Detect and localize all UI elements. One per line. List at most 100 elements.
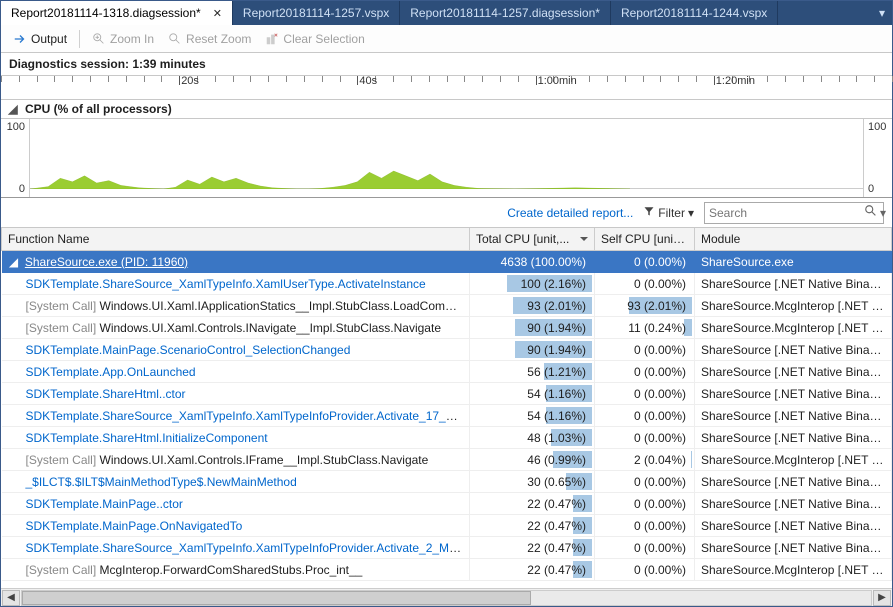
ruler-label: 20s: [181, 75, 199, 87]
self-cpu-cell: 0 (0.00%): [595, 471, 695, 493]
scroll-left-button[interactable]: ◀: [2, 590, 20, 606]
ruler-tick: [340, 76, 341, 82]
module-cell: ShareSource [.NET Native Binary: S: [695, 361, 892, 383]
total-cpu-cell: 4638 (100.00%): [470, 251, 595, 273]
total-cpu-cell: 54 (1.16%): [470, 383, 595, 405]
function-name[interactable]: ShareSource.exe (PID: 11960): [25, 255, 188, 269]
self-cpu-cell: 0 (0.00%): [595, 383, 695, 405]
y-axis-left: 100 0: [1, 119, 29, 197]
function-name[interactable]: SDKTemplate.ShareSource_XamlTypeInfo.Xam…: [26, 277, 426, 291]
table-row[interactable]: SDKTemplate.MainPage.OnNavigatedTo 22 (0.…: [2, 515, 892, 537]
table-row[interactable]: SDKTemplate.MainPage..ctor22 (0.47%)0 (0…: [2, 493, 892, 515]
tab-report-1318[interactable]: Report20181114-1318.diagsession* ✕: [1, 1, 233, 25]
output-button[interactable]: Output: [7, 30, 73, 48]
function-name[interactable]: SDKTemplate.ShareSource_XamlTypeInfo.Xam…: [26, 409, 470, 423]
self-cpu-cell: 11 (0.24%): [595, 317, 695, 339]
function-name[interactable]: _$ILCT$.$ILT$MainMethodType$.NewMainMeth…: [26, 475, 297, 489]
table-row-root[interactable]: ◢ ShareSource.exe (PID: 11960) 4638 (100.…: [2, 251, 892, 273]
close-icon[interactable]: ✕: [213, 7, 222, 20]
collapse-icon[interactable]: ◢: [7, 102, 19, 116]
ruler-tick: [643, 76, 644, 82]
table-row[interactable]: SDKTemplate.MainPage.ScenarioControl_Sel…: [2, 339, 892, 361]
function-name[interactable]: SDKTemplate.MainPage.OnNavigatedTo: [26, 519, 243, 533]
table-row[interactable]: [System Call] Windows.UI.Xaml.Controls.I…: [2, 449, 892, 471]
ruler-tick: [72, 76, 73, 82]
self-cpu-cell: 93 (2.01%): [595, 295, 695, 317]
ruler-tick: [856, 76, 857, 82]
tab-report-1257-vspx[interactable]: Report20181114-1257.vspx: [233, 1, 400, 25]
function-name[interactable]: Windows.UI.Xaml.Controls.IFrame__Impl.St…: [100, 453, 429, 467]
ruler-tick: [785, 76, 786, 82]
expand-icon[interactable]: ◢: [8, 255, 20, 269]
module-cell: ShareSource [.NET Native Binary: S: [695, 427, 892, 449]
ruler-tick: [821, 76, 822, 82]
chart-body[interactable]: 100 0 100 0: [1, 119, 892, 197]
function-name[interactable]: Windows.UI.Xaml.Controls.INavigate__Impl…: [100, 321, 441, 335]
y-min-label: 0: [5, 183, 25, 195]
total-cpu-cell: 30 (0.65%): [470, 471, 595, 493]
column-header-function[interactable]: Function Name: [2, 228, 470, 251]
chart-canvas[interactable]: [29, 119, 864, 197]
function-name[interactable]: McgInterop.ForwardComSharedStubs.Proc_in…: [100, 563, 363, 577]
table-row[interactable]: SDKTemplate.ShareSource_XamlTypeInfo.Xam…: [2, 537, 892, 559]
ruler-tick: [678, 76, 679, 82]
self-cpu-cell: 0 (0.00%): [595, 361, 695, 383]
timeline-ruler[interactable]: 20s40s1:00min1:20min: [1, 76, 892, 100]
filter-button[interactable]: Filter ▾: [643, 205, 694, 220]
ruler-tick: [500, 76, 501, 82]
total-cpu-cell: 22 (0.47%): [470, 537, 595, 559]
column-header-self-cpu[interactable]: Self CPU [unit, %]: [595, 228, 695, 251]
table-row[interactable]: SDKTemplate.ShareSource_XamlTypeInfo.Xam…: [2, 405, 892, 427]
cpu-chart-section: ◢ CPU (% of all processors) 100 0 100 0: [1, 100, 892, 198]
module-cell: ShareSource [.NET Native Binary: S: [695, 383, 892, 405]
search-input[interactable]: [709, 206, 864, 220]
ruler-tick: [90, 76, 91, 82]
table-row[interactable]: SDKTemplate.App.OnLaunched56 (1.21%)0 (0…: [2, 361, 892, 383]
table-row[interactable]: SDKTemplate.ShareSource_XamlTypeInfo.Xam…: [2, 273, 892, 295]
ruler-tick: [322, 76, 323, 82]
ruler-tick: [696, 76, 697, 82]
table-row[interactable]: [System Call] McgInterop.ForwardComShare…: [2, 559, 892, 581]
module-cell: ShareSource [.NET Native Binary: S: [695, 493, 892, 515]
function-name[interactable]: SDKTemplate.App.OnLaunched: [26, 365, 196, 379]
reset-zoom-button: Reset Zoom: [162, 30, 257, 48]
scroll-track[interactable]: [21, 590, 872, 606]
scroll-right-button[interactable]: ▶: [873, 590, 891, 606]
chart-title-bar[interactable]: ◢ CPU (% of all processors): [1, 100, 892, 119]
arrow-right-icon: [13, 32, 27, 46]
search-dropdown-icon[interactable]: ▾: [880, 206, 886, 220]
total-cpu-cell: 48 (1.03%): [470, 427, 595, 449]
column-header-total-cpu[interactable]: Total CPU [unit,...: [470, 228, 595, 251]
scroll-thumb[interactable]: [22, 591, 531, 605]
search-icon[interactable]: [864, 204, 878, 221]
function-name[interactable]: SDKTemplate.ShareHtml.InitializeComponen…: [26, 431, 268, 445]
function-name[interactable]: SDKTemplate.MainPage.ScenarioControl_Sel…: [26, 343, 351, 357]
function-name[interactable]: SDKTemplate.ShareHtml..ctor: [26, 387, 186, 401]
reset-zoom-icon: [168, 32, 182, 46]
self-cpu-cell: 0 (0.00%): [595, 515, 695, 537]
create-detailed-report-link[interactable]: Create detailed report...: [507, 206, 633, 220]
search-box[interactable]: ▾: [704, 202, 884, 224]
ruler-tick: [1, 76, 2, 82]
table-row[interactable]: [System Call] Windows.UI.Xaml.Controls.I…: [2, 317, 892, 339]
function-name[interactable]: SDKTemplate.ShareSource_XamlTypeInfo.Xam…: [26, 541, 470, 555]
horizontal-scrollbar[interactable]: ◀ ▶: [1, 588, 892, 606]
tab-label: Report20181114-1257.diagsession*: [410, 6, 600, 20]
table-row[interactable]: SDKTemplate.ShareHtml.InitializeComponen…: [2, 427, 892, 449]
ruler-tick: [482, 76, 483, 82]
column-header-module[interactable]: Module: [695, 228, 892, 251]
table-row[interactable]: [System Call] Windows.UI.Xaml.IApplicati…: [2, 295, 892, 317]
ruler-tick: [215, 76, 216, 82]
function-name[interactable]: SDKTemplate.MainPage..ctor: [26, 497, 183, 511]
tabs-overflow-menu[interactable]: ▾: [872, 1, 892, 25]
function-name[interactable]: Windows.UI.Xaml.IApplicationStatics__Imp…: [100, 299, 470, 313]
total-cpu-cell: 22 (0.47%): [470, 515, 595, 537]
ruler-tick: [233, 76, 234, 82]
y-max-label: 100: [5, 121, 25, 133]
table-row[interactable]: SDKTemplate.ShareHtml..ctor 54 (1.16%)0 (…: [2, 383, 892, 405]
tab-report-1257-diagsession[interactable]: Report20181114-1257.diagsession*: [400, 1, 611, 25]
table-row[interactable]: _$ILCT$.$ILT$MainMethodType$.NewMainMeth…: [2, 471, 892, 493]
tab-report-1244-vspx[interactable]: Report20181114-1244.vspx: [611, 1, 778, 25]
ruler-tick: [536, 76, 537, 85]
ruler-tick: [429, 76, 430, 82]
